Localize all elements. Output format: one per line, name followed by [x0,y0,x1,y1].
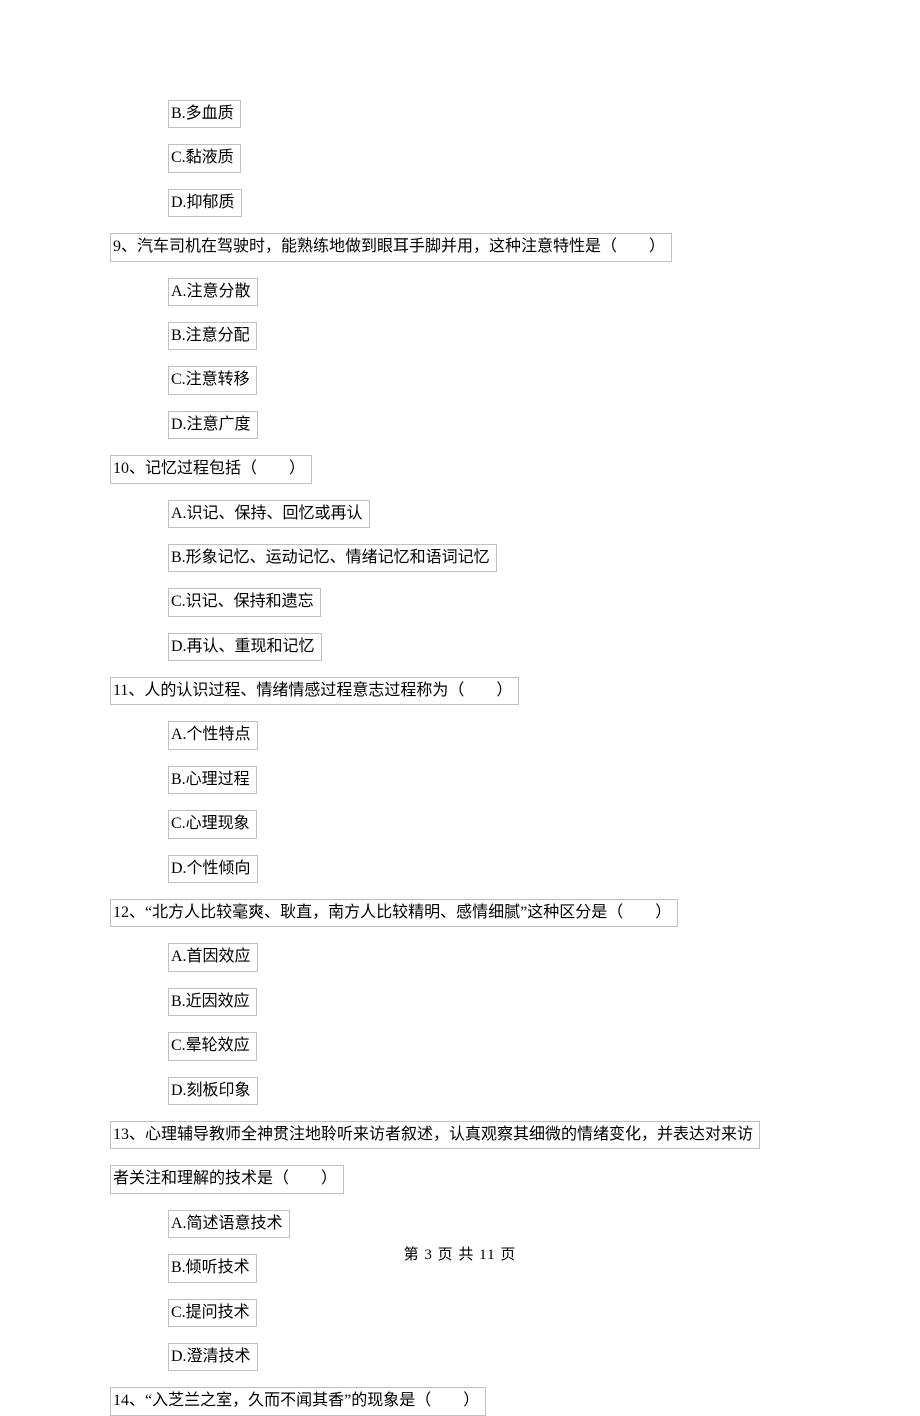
option-text: D.再认、重现和记忆 [168,633,322,661]
option-text: D.个性倾向 [168,855,258,883]
option-item: D.抑郁质 [168,189,810,217]
question-text: 10、记忆过程包括（ ） [110,455,312,483]
option-item: C.识记、保持和遗忘 [168,588,810,616]
option-item: B.近因效应 [168,988,810,1016]
option-text: A.注意分散 [168,278,258,306]
option-item: C.注意转移 [168,366,810,394]
question-text: 9、汽车司机在驾驶时，能熟练地做到眼耳手脚并用，这种注意特性是（ ） [110,233,672,261]
question-9: 9、汽车司机在驾驶时，能熟练地做到眼耳手脚并用，这种注意特性是（ ） [110,233,810,261]
option-item: A.首因效应 [168,943,810,971]
option-item: A.注意分散 [168,278,810,306]
option-item: C.提问技术 [168,1299,810,1327]
option-text: C.晕轮效应 [168,1032,257,1060]
option-item: C.黏液质 [168,144,810,172]
option-text: B.形象记忆、运动记忆、情绪记忆和语词记忆 [168,544,497,572]
option-item: D.刻板印象 [168,1077,810,1105]
question-12: 12、“北方人比较毫爽、耿直，南方人比较精明、感情细腻”这种区分是（ ） [110,899,810,927]
option-item: C.晕轮效应 [168,1032,810,1060]
option-item: A.识记、保持、回忆或再认 [168,500,810,528]
question-10: 10、记忆过程包括（ ） [110,455,810,483]
option-text: B.注意分配 [168,322,257,350]
page-footer: 第 3 页 共 11 页 [0,1243,920,1264]
option-text: B.心理过程 [168,766,257,794]
option-item: A.个性特点 [168,721,810,749]
option-text: B.多血质 [168,100,241,128]
option-text: D.注意广度 [168,411,258,439]
question-text: 11、人的认识过程、情绪情感过程意志过程称为（ ） [110,677,519,705]
option-text: C.提问技术 [168,1299,257,1327]
option-text: A.个性特点 [168,721,258,749]
option-text: C.心理现象 [168,810,257,838]
option-text: D.刻板印象 [168,1077,258,1105]
question-text: 12、“北方人比较毫爽、耿直，南方人比较精明、感情细腻”这种区分是（ ） [110,899,678,927]
option-item: D.个性倾向 [168,855,810,883]
question-14: 14、“入芝兰之室，久而不闻其香”的现象是（ ） [110,1387,810,1415]
option-item: D.再认、重现和记忆 [168,633,810,661]
option-item: C.心理现象 [168,810,810,838]
question-text: 13、心理辅导教师全神贯注地聆听来访者叙述，认真观察其细微的情绪变化，并表达对来… [110,1121,760,1149]
option-text: B.近因效应 [168,988,257,1016]
option-item: D.注意广度 [168,411,810,439]
question-text: 14、“入芝兰之室，久而不闻其香”的现象是（ ） [110,1387,486,1415]
question-13-line2: 者关注和理解的技术是（ ） [110,1165,810,1193]
page-number: 第 3 页 共 11 页 [404,1247,517,1263]
option-text: A.首因效应 [168,943,258,971]
option-item: B.注意分配 [168,322,810,350]
option-text: C.黏液质 [168,144,241,172]
option-item: B.心理过程 [168,766,810,794]
option-item: A.简述语意技术 [168,1210,810,1238]
option-item: D.澄清技术 [168,1343,810,1371]
option-text: C.识记、保持和遗忘 [168,588,321,616]
option-text: C.注意转移 [168,366,257,394]
question-13-line1: 13、心理辅导教师全神贯注地聆听来访者叙述，认真观察其细微的情绪变化，并表达对来… [110,1121,810,1149]
question-text: 者关注和理解的技术是（ ） [110,1165,344,1193]
document-page: B.多血质 C.黏液质 D.抑郁质 9、汽车司机在驾驶时，能熟练地做到眼耳手脚并… [0,0,920,1416]
option-text: A.识记、保持、回忆或再认 [168,500,370,528]
option-text: D.澄清技术 [168,1343,258,1371]
option-item: B.多血质 [168,100,810,128]
question-11: 11、人的认识过程、情绪情感过程意志过程称为（ ） [110,677,810,705]
option-text: A.简述语意技术 [168,1210,290,1238]
option-text: D.抑郁质 [168,189,242,217]
option-item: B.形象记忆、运动记忆、情绪记忆和语词记忆 [168,544,810,572]
